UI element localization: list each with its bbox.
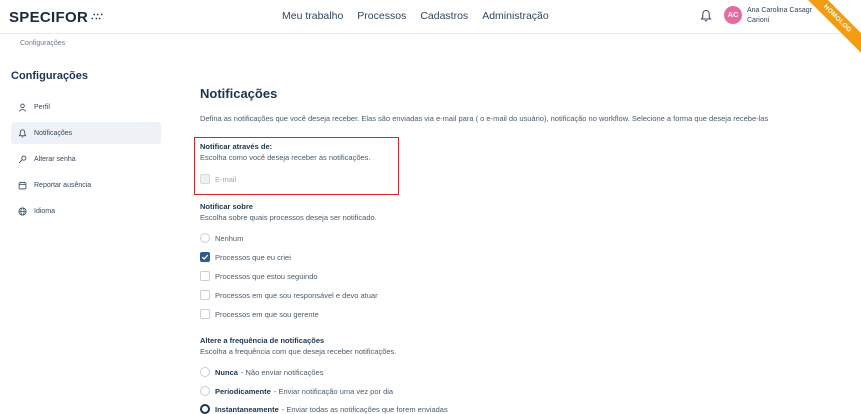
sidebar-title: Configurações [11,70,89,82]
sidebar-item-label: Perfil [34,103,50,111]
app-logo[interactable]: SPECIFOR ∴∵ [9,9,103,26]
process-manager-label: Processos em que sou gerente [215,309,319,319]
frequency-never-radio[interactable] [200,367,210,377]
process-manager-option[interactable]: Processos em que sou gerente [200,309,319,319]
sidebar-item-label: Idioma [34,207,56,215]
process-created-checkbox[interactable] [200,252,210,262]
sidebar-item-idioma[interactable]: Idioma [11,200,161,222]
user-avatar[interactable]: AC [724,6,742,24]
frequency-periodic-detail: - Enviar notificação uma vez por dia [273,386,394,396]
process-responsible-checkbox[interactable] [200,290,210,300]
frequency-instant-name: Instantaneamente [215,404,279,414]
sidebar-item-label: Reportar ausência [34,181,92,189]
main-nav: Meu trabalho Processos Cadastros Adminis… [282,10,549,22]
frequency-section-title: Altere a frequência de notificações [200,336,325,345]
none-label: Nenhum [215,233,244,243]
process-following-option[interactable]: Processos que estou seguindo [200,271,318,281]
nav-item-cadastros[interactable]: Cadastros [420,10,468,22]
user-name-line-2: Carioni [747,17,770,24]
frequency-never-name: Nunca [215,367,238,377]
frequency-instant-option[interactable]: Instantaneamente - Enviar todas as notif… [200,404,448,414]
logo-mark-icon: ∴∵ [91,12,103,23]
via-section-subtitle: Escolha como você deseja receber as noti… [200,153,371,162]
frequency-periodic-name: Periodicamente [215,386,271,396]
nav-item-meu-trabalho[interactable]: Meu trabalho [282,10,343,22]
user-icon [18,103,27,112]
none-radio-option[interactable]: Nenhum [200,233,243,243]
frequency-instant-detail: - Enviar todas as notificações que forem… [281,404,448,414]
sidebar-item-perfil[interactable]: Perfil [11,96,161,118]
page-title: Notificações [200,86,278,101]
about-section-title: Notificar sobre [200,202,253,211]
email-checkbox[interactable] [200,174,210,184]
frequency-instant-radio[interactable] [200,404,210,414]
nav-item-processos[interactable]: Processos [357,10,406,22]
email-label: E-mail [215,174,237,184]
top-bar: SPECIFOR ∴∵ Meu trabalho Processos Cadast… [0,0,861,60]
sidebar-item-reportar-ausencia[interactable]: Reportar ausência [11,174,161,196]
check-icon [201,254,209,260]
page-description: Defina as notificações que você deseja r… [200,114,769,123]
process-manager-checkbox[interactable] [200,309,210,319]
frequency-periodic-radio[interactable] [200,386,210,396]
breadcrumb[interactable]: Configurações [20,40,65,47]
sidebar-item-label: Notificações [34,129,73,137]
process-created-option[interactable]: Processos que eu criei [200,252,291,262]
key-icon [18,155,27,163]
notifications-bell-icon[interactable] [700,9,712,23]
nav-item-administracao[interactable]: Administração [482,10,549,22]
process-following-checkbox[interactable] [200,271,210,281]
frequency-periodic-option[interactable]: Periodicamente - Enviar notificação uma … [200,386,393,396]
about-section-subtitle: Escolha sobre quais processos deseja ser… [200,213,377,222]
none-radio[interactable] [200,233,210,243]
process-responsible-label: Processos em que sou responsável e devo … [215,290,378,300]
sidebar-item-label: Alterar senha [34,155,76,163]
process-following-label: Processos que estou seguindo [215,271,318,281]
sidebar-item-alterar-senha[interactable]: Alterar senha [11,148,161,170]
frequency-section-subtitle: Escolha a frequência com que deseja rece… [200,347,397,356]
globe-icon [18,206,27,216]
bell-icon [18,128,27,138]
frequency-never-option[interactable]: Nunca - Não enviar notificações [200,367,323,377]
frequency-never-detail: - Não enviar notificações [240,367,324,377]
email-checkbox-option[interactable]: E-mail [200,174,236,184]
process-created-label: Processos que eu criei [215,252,291,262]
process-responsible-option[interactable]: Processos em que sou responsável e devo … [200,290,378,300]
via-section-title: Notificar através de: [200,142,273,151]
sidebar-item-notificacoes[interactable]: Notificações [11,122,161,144]
logo-text: SPECIFOR [9,9,89,26]
calendar-icon [18,181,27,189]
